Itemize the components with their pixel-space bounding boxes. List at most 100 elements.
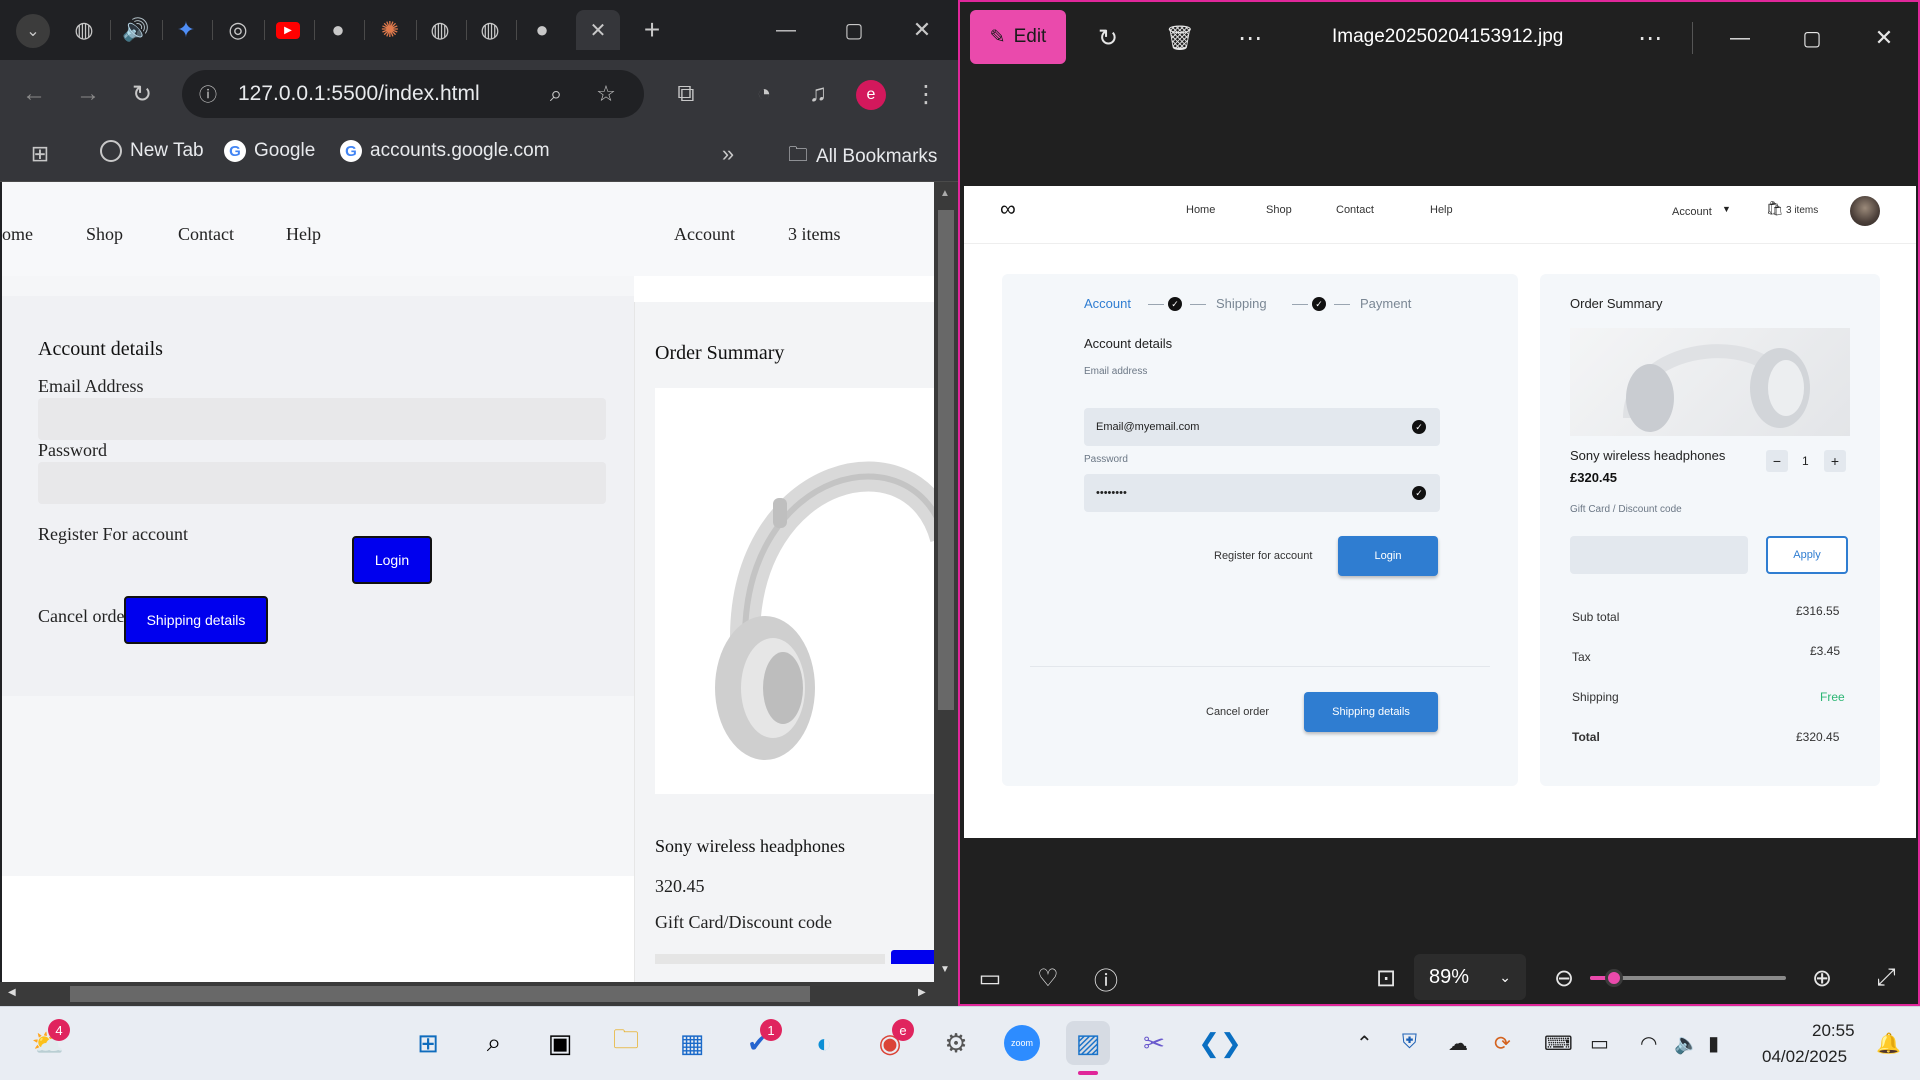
back-arrow-icon[interactable]: ←	[16, 76, 52, 112]
profile-avatar[interactable]: e	[856, 80, 886, 110]
vertical-scroll-thumb[interactable]	[938, 210, 954, 710]
bookmark-star-icon[interactable]: ☆	[588, 76, 624, 112]
globe-tab-icon[interactable]: ◍	[424, 14, 456, 46]
vertical-scrollbar[interactable]: ▲ ▼	[934, 182, 958, 982]
gemini-tab-icon[interactable]: ✦	[170, 14, 202, 46]
fullscreen-icon[interactable]: ⤢	[1866, 958, 1906, 998]
edit-button[interactable]: ✎ Edit	[970, 10, 1066, 64]
extensions-puzzle-icon[interactable]: ⧉	[668, 76, 704, 112]
task-view-icon[interactable]: ▣	[538, 1021, 582, 1065]
forward-arrow-icon[interactable]: →	[70, 76, 106, 112]
file-explorer-icon[interactable]: 🗀	[604, 1021, 648, 1065]
info-icon[interactable]: ⓘ	[1086, 958, 1126, 998]
sync-icon[interactable]: ⟳	[1494, 1031, 1511, 1056]
search-icon[interactable]: ⌕	[472, 1021, 516, 1065]
defender-shield-icon[interactable]: ⛨	[1402, 1031, 1417, 1054]
nav-cart-items[interactable]: 3 items	[788, 224, 841, 245]
photos-app-icon[interactable]: ▨	[1066, 1021, 1110, 1065]
battery-icon[interactable]: ▮	[1708, 1031, 1719, 1056]
more-options-icon[interactable]: ⋯	[1630, 18, 1670, 58]
zoom-magnifier-icon[interactable]: ⌕	[538, 76, 574, 112]
zoom-slider-thumb[interactable]	[1605, 969, 1623, 987]
clock-date[interactable]: 04/02/2025	[1762, 1047, 1847, 1067]
new-tab-plus-icon[interactable]: +	[636, 14, 668, 46]
tab-search-icon[interactable]: ⌄	[16, 14, 50, 48]
nav-account-link[interactable]: Account	[674, 224, 735, 245]
all-bookmarks-folder[interactable]: 🗀 All Bookmarks	[788, 140, 937, 174]
bookmark-accounts-google[interactable]: Gaccounts.google.com	[340, 140, 550, 162]
wifi-icon[interactable]: ◠	[1640, 1031, 1657, 1056]
zoom-out-icon[interactable]: ⊖	[1544, 958, 1584, 998]
youtube-tab-icon[interactable]: ▶	[272, 14, 304, 46]
close-window-icon[interactable]: ✕	[906, 14, 938, 46]
scroll-up-arrow-icon[interactable]: ▲	[940, 188, 950, 199]
reload-icon[interactable]: ↻	[124, 76, 160, 112]
menu-kebab-icon[interactable]: ⋮	[908, 76, 944, 112]
login-button[interactable]: Login	[352, 536, 432, 584]
zoom-app-icon[interactable]: zoom	[1000, 1021, 1044, 1065]
windows-start-icon[interactable]: ⊞	[406, 1021, 450, 1065]
delete-trash-icon[interactable]: 🗑	[1160, 18, 1200, 58]
media-control-icon[interactable]: ♫	[800, 76, 836, 112]
nav-contact-link[interactable]: Contact	[178, 224, 234, 245]
display-icon[interactable]: ▭	[1590, 1031, 1609, 1056]
github-tab-icon[interactable]: ●	[526, 14, 558, 46]
email-label: Email Address	[38, 376, 144, 396]
scroll-down-arrow-icon[interactable]: ▼	[940, 964, 950, 975]
email-input[interactable]	[38, 398, 606, 440]
shipping-details-button[interactable]: Shipping details	[124, 596, 268, 644]
globe-tab-icon[interactable]: ◍	[474, 14, 506, 46]
maximize-icon[interactable]: ▢	[838, 14, 870, 46]
horizontal-scrollbar[interactable]: ◀ ▶	[0, 982, 958, 1006]
password-input[interactable]	[38, 462, 606, 504]
scroll-left-arrow-icon[interactable]: ◀	[8, 987, 16, 998]
favorite-heart-icon[interactable]: ♡	[1028, 958, 1068, 998]
edge-icon[interactable]: ◐	[802, 1021, 846, 1065]
nav-shop-link[interactable]: Shop	[86, 224, 123, 245]
minimize-icon[interactable]: —	[1720, 18, 1760, 58]
speaker-tab-icon[interactable]: 🔊	[120, 14, 152, 46]
active-tab-close-icon[interactable]: ✕	[576, 10, 620, 50]
keyboard-icon[interactable]: ⌨	[1544, 1031, 1573, 1056]
filmstrip-icon[interactable]: ▭	[970, 958, 1010, 998]
cancel-order-link[interactable]: Cancel order	[38, 606, 130, 627]
zoom-level-dropdown[interactable]: 89% ⌄	[1414, 954, 1526, 1000]
horizontal-scroll-thumb[interactable]	[70, 986, 810, 1002]
notifications-bell-icon[interactable]: 🔔	[1876, 1031, 1901, 1056]
more-options-icon[interactable]: ⋯	[1230, 18, 1270, 58]
apply-button[interactable]	[891, 950, 934, 964]
show-hidden-icons-chevron-icon[interactable]: ⌃	[1356, 1031, 1373, 1056]
register-link[interactable]: Register For account	[38, 524, 188, 545]
url-text[interactable]: 127.0.0.1:5500/index.html	[238, 82, 480, 106]
actual-size-icon[interactable]: ⊡	[1366, 958, 1406, 998]
site-info-icon[interactable]: ⓘ	[190, 76, 226, 112]
claude-tab-icon[interactable]: ✺	[374, 14, 406, 46]
onedrive-cloud-icon[interactable]: ☁	[1448, 1031, 1468, 1056]
apps-grid-icon[interactable]: ⊞	[22, 136, 58, 172]
scroll-right-arrow-icon[interactable]: ▶	[918, 987, 926, 998]
close-window-icon[interactable]: ✕	[1864, 18, 1904, 58]
bookmark-new-tab[interactable]: New Tab	[100, 140, 204, 162]
bookmark-google[interactable]: G Google	[224, 140, 315, 162]
chrome-tab-icon[interactable]: ◎	[222, 14, 254, 46]
clock-time[interactable]: 20:55	[1812, 1021, 1855, 1041]
rotate-icon[interactable]: ↻	[1088, 18, 1128, 58]
more-bookmarks-chevron-icon[interactable]: »	[710, 136, 746, 172]
settings-gear-icon[interactable]: ⚙	[934, 1021, 978, 1065]
address-bar[interactable]: ⓘ 127.0.0.1:5500/index.html ⌕ ☆	[182, 70, 644, 118]
globe-tab-icon[interactable]: ◍	[68, 14, 100, 46]
performance-icon[interactable]: ◔	[746, 76, 782, 112]
minimize-icon[interactable]: —	[770, 14, 802, 46]
zoom-in-icon[interactable]: ⊕	[1802, 958, 1842, 998]
gift-card-input[interactable]	[655, 954, 885, 964]
microsoft-store-icon[interactable]: ▦	[670, 1021, 714, 1065]
maximize-icon[interactable]: ▢	[1792, 18, 1832, 58]
volume-icon[interactable]: 🔈	[1674, 1031, 1699, 1056]
nav-home-link[interactable]: ome	[2, 224, 33, 245]
bookmark-label: New Tab	[130, 140, 204, 161]
nav-help-link[interactable]: Help	[286, 224, 321, 245]
vscode-icon[interactable]: ❮❯	[1198, 1021, 1242, 1065]
zoom-slider-track[interactable]	[1590, 969, 1786, 987]
snipping-tool-icon[interactable]: ✂	[1132, 1021, 1176, 1065]
github-tab-icon[interactable]: ●	[322, 14, 354, 46]
